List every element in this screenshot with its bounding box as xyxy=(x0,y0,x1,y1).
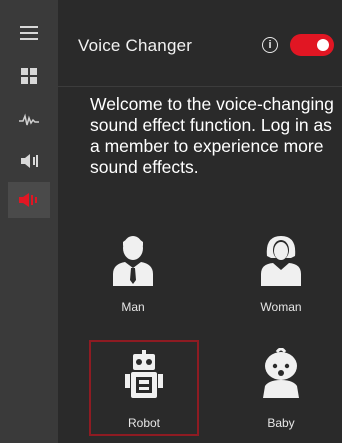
effect-label: Robot xyxy=(127,416,161,430)
info-icon[interactable]: i xyxy=(262,37,278,53)
voice-changer-icon xyxy=(19,193,37,207)
toggle-knob xyxy=(317,39,329,51)
man-icon xyxy=(113,236,153,286)
effect-baby[interactable]: Baby xyxy=(226,340,336,436)
effect-label: Baby xyxy=(267,416,295,430)
grid-icon xyxy=(21,68,37,84)
panel-header: Voice Changer i xyxy=(58,0,342,87)
welcome-message: Welcome to the voice-changing sound effe… xyxy=(90,94,334,177)
effect-label: Woman xyxy=(260,300,302,314)
effect-robot[interactable]: Robot xyxy=(89,340,199,436)
baby-icon xyxy=(263,348,299,398)
sidebar-item-speaker[interactable] xyxy=(14,148,44,174)
voice-changer-panel: Voice Changer i Welcome to the voice-cha… xyxy=(58,0,342,443)
waveform-icon xyxy=(19,113,39,126)
sidebar-item-grid[interactable] xyxy=(14,63,44,89)
effect-woman[interactable]: Woman xyxy=(226,224,336,320)
effect-man[interactable]: Man xyxy=(78,224,188,320)
sidebar-item-voice-changer[interactable] xyxy=(8,182,50,218)
voice-changer-toggle[interactable] xyxy=(290,34,334,56)
sidebar-item-waveform[interactable] xyxy=(14,107,44,133)
effect-label: Man xyxy=(121,300,145,314)
robot-icon xyxy=(125,350,163,398)
menu-icon xyxy=(20,26,38,40)
page-title: Voice Changer xyxy=(78,36,193,55)
menu-button[interactable] xyxy=(14,20,44,46)
sidebar xyxy=(0,0,58,443)
woman-icon xyxy=(261,236,301,286)
speaker-icon xyxy=(21,154,38,168)
